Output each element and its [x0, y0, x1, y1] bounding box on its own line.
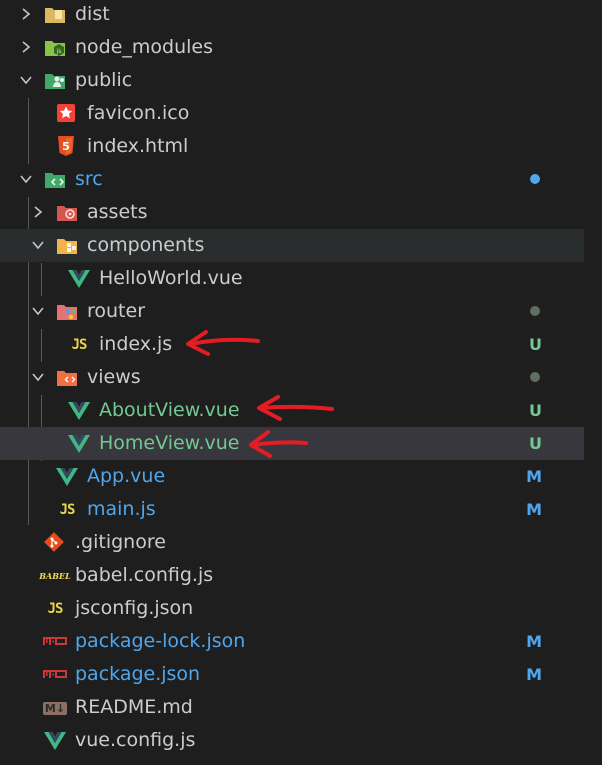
tree-item-index-js[interactable]: JS index.js U — [0, 328, 584, 361]
chevron-right-icon[interactable] — [19, 40, 33, 54]
tree-item-label: package-lock.json — [75, 630, 246, 652]
tree-item-main-js[interactable]: JS main.js M — [0, 493, 584, 526]
file-explorer-tree: dist js node_modules public favicon.ico … — [0, 0, 602, 765]
tree-item-readme[interactable]: M↓ README.md — [0, 691, 584, 724]
tree-item-views[interactable]: views — [0, 361, 584, 394]
red-arrow-annotation — [249, 430, 308, 458]
tree-item-label: components — [87, 234, 205, 256]
tree-item-src[interactable]: src — [0, 163, 584, 196]
tree-item-label: assets — [87, 201, 148, 223]
node-folder-icon: js — [44, 37, 66, 59]
svg-text:5: 5 — [62, 140, 70, 153]
chevron-down-icon[interactable] — [31, 370, 45, 384]
svg-text:js: js — [56, 48, 62, 55]
tree-item-package-json[interactable]: package.json M — [0, 658, 584, 691]
jsconfig-icon: JS — [47, 601, 64, 617]
js-icon: JS — [71, 337, 88, 353]
untracked-badge: U — [529, 401, 542, 420]
views-folder-icon — [56, 367, 78, 389]
tree-item-label: package.json — [75, 663, 201, 685]
tree-item-label: favicon.ico — [87, 102, 190, 124]
tree-item-package-lock[interactable]: package-lock.json M — [0, 625, 584, 658]
tree-item-label: index.html — [87, 135, 189, 157]
npm-icon — [42, 631, 68, 653]
modified-badge: M — [526, 500, 542, 519]
git-icon — [43, 531, 65, 553]
tree-item-router[interactable]: router — [0, 295, 584, 328]
tree-item-components[interactable]: components — [0, 229, 584, 262]
chevron-right-icon[interactable] — [31, 205, 45, 219]
tree-item-label: views — [87, 366, 141, 388]
untracked-dot — [530, 306, 540, 316]
favicon-icon — [55, 102, 77, 124]
tree-item-node-modules[interactable]: js node_modules — [0, 31, 584, 64]
untracked-badge: U — [529, 434, 542, 453]
modified-badge: M — [526, 665, 542, 684]
chevron-down-icon[interactable] — [19, 172, 33, 186]
tree-item-label: vue.config.js — [75, 729, 196, 751]
tree-item-label: jsconfig.json — [75, 597, 194, 619]
chevron-down-icon[interactable] — [31, 304, 45, 318]
red-arrow-annotation — [257, 395, 334, 421]
tree-item-vue-config[interactable]: vue.config.js — [0, 724, 584, 757]
tree-item-assets[interactable]: assets — [0, 196, 584, 229]
red-arrow-annotation — [186, 330, 260, 356]
tree-item-label: main.js — [87, 498, 156, 520]
tree-item-label: public — [75, 69, 133, 91]
tree-item-label: AboutView.vue — [99, 399, 240, 421]
dist-folder-icon — [44, 4, 66, 26]
public-folder-icon — [44, 70, 66, 92]
markdown-glyph: M↓ — [42, 701, 68, 715]
tree-item-babel-config[interactable]: BABEL babel.config.js — [0, 559, 584, 592]
tree-item-label: HomeView.vue — [99, 432, 240, 454]
html5-icon: 5 — [55, 135, 77, 157]
markdown-icon: M↓ — [42, 697, 68, 719]
tree-item-label: README.md — [75, 696, 193, 718]
tree-item-index-html[interactable]: 5 index.html — [0, 130, 584, 163]
tree-item-jsconfig[interactable]: JS jsconfig.json — [0, 592, 584, 625]
chevron-down-icon[interactable] — [31, 238, 45, 252]
modified-badge: M — [526, 467, 542, 486]
tree-item-label: index.js — [99, 333, 173, 355]
tree-item-gitignore[interactable]: .gitignore — [0, 526, 584, 559]
tree-item-label: babel.config.js — [75, 564, 214, 586]
components-folder-icon — [56, 235, 78, 257]
untracked-dot — [530, 372, 540, 382]
vue-icon — [68, 433, 90, 455]
vue-icon — [44, 730, 66, 752]
tree-item-label: router — [87, 300, 146, 322]
vue-icon — [68, 400, 90, 422]
modified-badge: M — [526, 632, 542, 651]
npm-icon — [42, 664, 68, 686]
tree-item-helloworld-vue[interactable]: HelloWorld.vue — [0, 262, 584, 295]
babel-glyph: BABEL — [39, 571, 71, 581]
chevron-right-icon[interactable] — [19, 7, 33, 21]
vue-icon — [56, 466, 78, 488]
modified-dot — [530, 174, 540, 184]
assets-folder-icon — [56, 202, 78, 224]
router-folder-icon — [56, 301, 78, 323]
tree-item-app-vue[interactable]: App.vue M — [0, 460, 584, 493]
src-folder-icon — [44, 169, 66, 191]
vue-icon — [68, 268, 90, 290]
chevron-down-icon[interactable] — [19, 73, 33, 87]
tree-item-label: dist — [75, 3, 110, 25]
js-icon: JS — [59, 502, 76, 518]
tree-item-public[interactable]: public — [0, 64, 584, 97]
tree-item-label: .gitignore — [75, 531, 166, 553]
tree-item-label: App.vue — [87, 465, 166, 487]
tree-item-label: src — [75, 168, 103, 190]
tree-item-favicon[interactable]: favicon.ico — [0, 97, 584, 130]
tree-item-label: HelloWorld.vue — [99, 267, 243, 289]
untracked-badge: U — [529, 335, 542, 354]
tree-item-label: node_modules — [75, 36, 214, 58]
babel-icon: BABEL — [39, 565, 71, 587]
tree-item-dist[interactable]: dist — [0, 0, 584, 31]
